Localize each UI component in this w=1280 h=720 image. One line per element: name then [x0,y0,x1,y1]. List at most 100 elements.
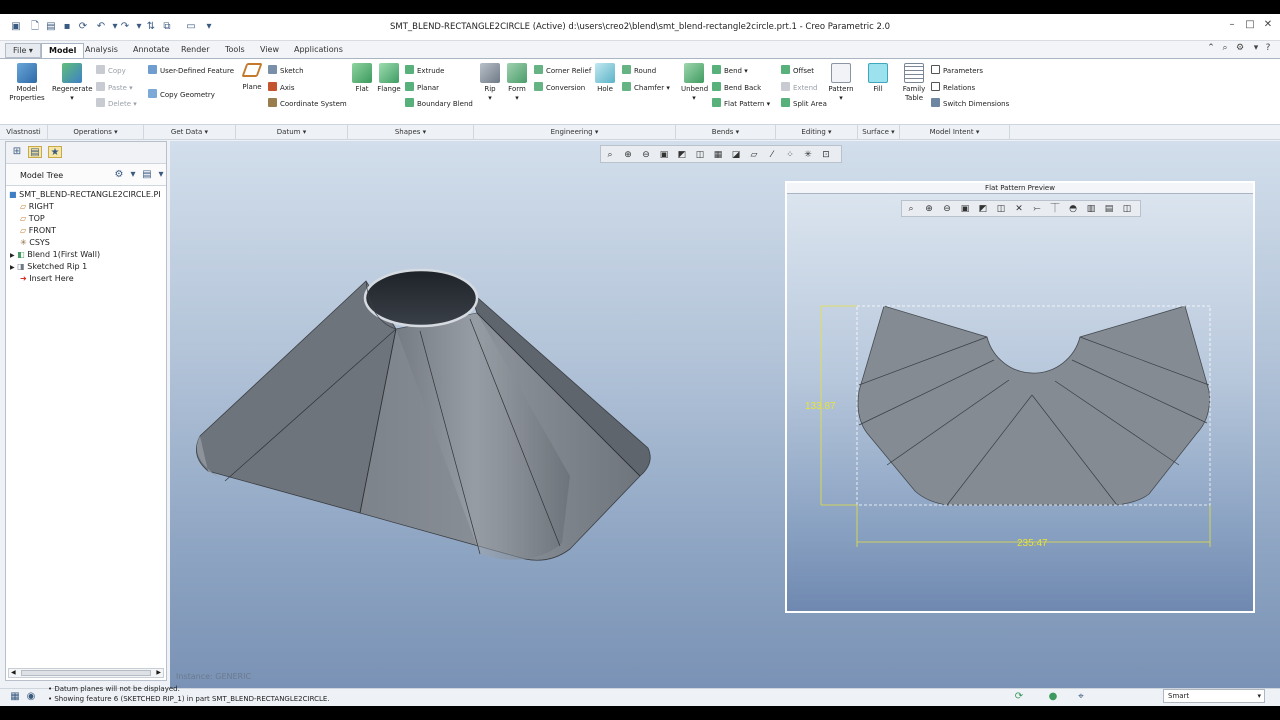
close-icon[interactable]: ✕ [1260,19,1276,33]
search-icon[interactable]: ⌕ [1219,43,1231,55]
planar-button[interactable]: Planar [405,82,439,92]
flat-button[interactable]: Flat [350,63,374,94]
group-bends[interactable]: Bends ▾ [676,125,776,140]
settings-icon[interactable]: ⚙ [1234,43,1246,55]
tree-horizontal-scrollbar[interactable]: ◀ ▶ [8,668,164,678]
conversion-button[interactable]: Conversion [534,82,585,92]
regen-status-icon[interactable]: ⟳ [1012,691,1026,703]
parameters-button[interactable]: Parameters [931,65,983,75]
regenerate-button[interactable]: Regenerate ▾ [52,63,93,103]
switch-dimensions-button[interactable]: Switch Dimensions [931,98,1009,108]
round-icon [622,65,631,74]
family-table-icon [904,63,924,83]
tree-item-insert-here[interactable]: ➜ Insert Here [6,273,166,285]
paste-button[interactable]: Paste ▾ [96,82,133,92]
tree-item-front[interactable]: ▱ FRONT [6,225,166,237]
bend-button[interactable]: Bend ▾ [712,65,748,75]
tree-show-icon[interactable]: ▤ [140,169,154,181]
dimension-width[interactable]: 235.47 [1017,538,1048,549]
minimize-icon[interactable]: – [1224,19,1240,33]
folder-browser-tab-icon[interactable]: ▤ [28,146,42,158]
copy-geometry-icon [148,89,157,98]
scroll-left-icon[interactable]: ◀ [11,669,16,676]
tab-applications[interactable]: Applications [287,43,350,58]
tab-annotate[interactable]: Annotate [126,43,177,58]
flat-pattern-preview[interactable]: Flat Pattern Preview ⌕ ⊕ ⊖ ▣ ◩ ◫ ✕ ⤚ ⏉ ◓… [785,181,1255,613]
copy-button[interactable]: Copy [96,65,126,75]
tree-settings-dropdown-icon[interactable]: ▾ [126,169,140,181]
hole-button[interactable]: Hole [593,63,617,94]
user-defined-feature-button[interactable]: User-Defined Feature [148,65,234,75]
tree-item-part[interactable]: ■ SMT_BLEND-RECTANGLE2CIRCLE.PI [6,189,166,201]
settings-dropdown-icon[interactable]: ▾ [1250,43,1262,55]
fill-button[interactable]: Fill [866,63,890,94]
part-left-face [196,280,397,514]
tab-view[interactable]: View [253,43,286,58]
collapse-ribbon-icon[interactable]: ⌃ [1205,43,1217,55]
round-button[interactable]: Round [622,65,656,75]
message-line-1: • Datum planes will not be displayed. [48,685,180,693]
flat-pattern-button[interactable]: Flat Pattern ▾ [712,98,770,108]
copy-geometry-button[interactable]: Copy Geometry [148,89,215,99]
group-datum[interactable]: Datum ▾ [236,125,348,140]
selection-filter-select[interactable]: Smart ▾ [1163,689,1265,703]
group-editing[interactable]: Editing ▾ [776,125,858,140]
group-engineering[interactable]: Engineering ▾ [474,125,676,140]
show-navigator-icon[interactable]: ▦ [8,691,22,703]
group-get-data[interactable]: Get Data ▾ [144,125,236,140]
tab-file[interactable]: File ▾ [5,43,41,58]
sketch-button[interactable]: Sketch [268,65,304,75]
favorites-tab-icon[interactable]: ★ [48,146,62,158]
group-vlastnosti[interactable]: Vlastnosti [0,125,48,140]
boundary-blend-button[interactable]: Boundary Blend [405,98,473,108]
group-shapes[interactable]: Shapes ▾ [348,125,474,140]
tree-item-blend[interactable]: ▶ ◧ Blend 1(First Wall) [6,249,166,261]
coordinate-system-button[interactable]: Coordinate System [268,98,347,108]
relations-button[interactable]: Relations [931,82,975,92]
offset-button[interactable]: Offset [781,65,814,75]
tree-item-top[interactable]: ▱ TOP [6,213,166,225]
axis-button[interactable]: Axis [268,82,295,92]
tree-item-right[interactable]: ▱ RIGHT [6,201,166,213]
delete-button[interactable]: Delete ▾ [96,98,137,108]
bend-icon [712,65,721,74]
corner-relief-button[interactable]: Corner Relief [534,65,591,75]
maximize-icon[interactable]: □ [1242,19,1258,33]
graphics-area[interactable]: ⌕ ⊕ ⊖ ▣ ◩ ◫ ▦ ◪ ▱ ⁄ ⁘ ✳ ⊡ Instance: GENE… [170,141,1280,688]
scroll-thumb[interactable] [21,670,151,676]
tree-show-dropdown-icon[interactable]: ▾ [154,169,168,181]
unbend-button[interactable]: Unbend ▾ [681,63,708,103]
extend-button[interactable]: Extend [781,82,818,92]
form-button[interactable]: Form ▾ [505,63,529,103]
tree-item-sketched-rip[interactable]: ▶ ◨ Sketched Rip 1 [6,261,166,273]
family-table-button[interactable]: Family Table [901,63,927,103]
plane-button[interactable]: Plane [240,63,264,92]
delete-icon [96,98,105,107]
tab-tools[interactable]: Tools [218,43,252,58]
group-operations[interactable]: Operations ▾ [48,125,144,140]
rip-button[interactable]: Rip ▾ [478,63,502,103]
split-area-button[interactable]: Split Area [781,98,827,108]
pattern-button[interactable]: Pattern ▾ [828,63,854,103]
chamfer-button[interactable]: Chamfer ▾ [622,82,670,92]
flange-button[interactable]: Flange [376,63,402,94]
scroll-right-icon[interactable]: ▶ [156,669,161,676]
model-tree-tab-icon[interactable]: ⊞ [10,146,24,158]
help-icon[interactable]: ? [1262,43,1274,55]
group-surface[interactable]: Surface ▾ [858,125,900,140]
dimension-height[interactable]: 133.87 [805,401,836,412]
show-browser-icon[interactable]: ◉ [24,691,38,703]
tree-item-csys[interactable]: ✳ CSYS [6,237,166,249]
tree-settings-icon[interactable]: ⚙ [112,169,126,181]
tab-analysis[interactable]: Analysis [78,43,125,58]
csys-icon [268,98,277,107]
bend-back-button[interactable]: Bend Back [712,82,761,92]
split-area-icon [781,98,790,107]
tab-render[interactable]: Render [174,43,216,58]
extrude-button[interactable]: Extrude [405,65,444,75]
model-properties-button[interactable]: Model Properties [8,63,46,103]
expand-icon[interactable]: ▶ [10,264,15,271]
find-icon[interactable]: ⌖ [1074,691,1088,703]
group-model-intent[interactable]: Model Intent ▾ [900,125,1010,140]
expand-icon[interactable]: ▶ [10,252,15,259]
